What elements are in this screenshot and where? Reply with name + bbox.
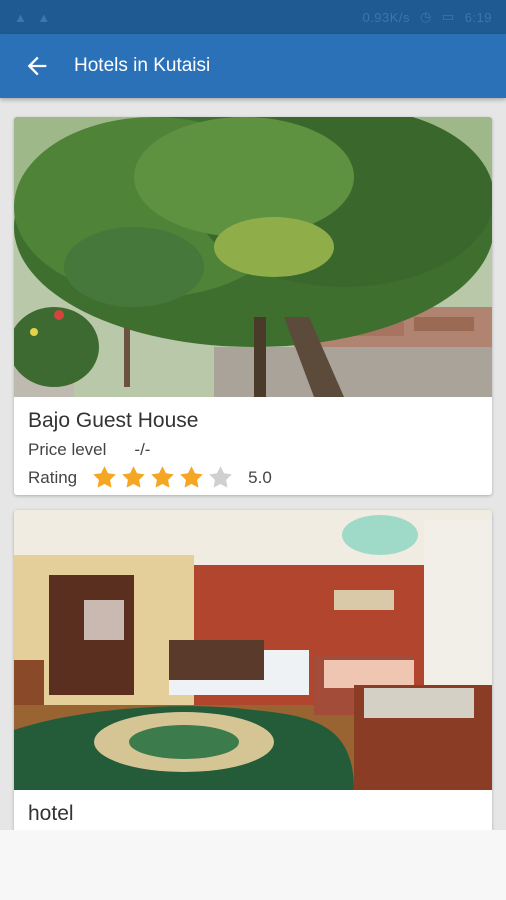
- star-filled-icon: [93, 466, 116, 488]
- signal-icon-2: ▲: [37, 9, 51, 25]
- rating-value: 5.0: [248, 467, 272, 487]
- hotel-name: hotel: [28, 802, 74, 825]
- status-bar: ▲ ▲ 0.93K/s ◷ ▭ 6:19: [0, 0, 506, 34]
- alarm-icon: ◷: [420, 9, 432, 24]
- hotel-list[interactable]: Bajo Guest House Price level -/- Rating …: [0, 98, 506, 830]
- rating-row: Rating 5.0: [28, 464, 272, 491]
- price-value: -/-: [134, 440, 151, 459]
- hotel-name: Bajo Guest House: [28, 409, 199, 432]
- arrow-left-icon: [27, 56, 47, 76]
- status-time: 6:19: [464, 9, 492, 25]
- app-bar: Hotels in Kutaisi: [0, 34, 506, 98]
- hotel-photo: [14, 117, 492, 397]
- signal-icon: ▲: [14, 9, 28, 25]
- star-filled-icon: [180, 466, 203, 488]
- rating-label: Rating: [28, 467, 78, 487]
- star-filled-icon: [151, 466, 174, 488]
- hotel-card[interactable]: hotel: [14, 510, 492, 830]
- data-rate: 0.93K/s: [362, 9, 411, 25]
- hotel-card[interactable]: Bajo Guest House Price level -/- Rating …: [14, 117, 492, 495]
- star-filled-icon: [122, 466, 145, 488]
- page-title: Hotels in Kutaisi: [74, 55, 211, 76]
- back-button[interactable]: [0, 34, 74, 98]
- battery-icon: ▭: [441, 9, 455, 24]
- star-empty-icon: [209, 466, 232, 488]
- rating-stars: [91, 464, 234, 491]
- hotel-photo: [14, 510, 492, 790]
- bottom-area: [0, 830, 506, 900]
- price-label: Price level: [28, 440, 107, 459]
- price-row: Price level -/-: [28, 440, 150, 460]
